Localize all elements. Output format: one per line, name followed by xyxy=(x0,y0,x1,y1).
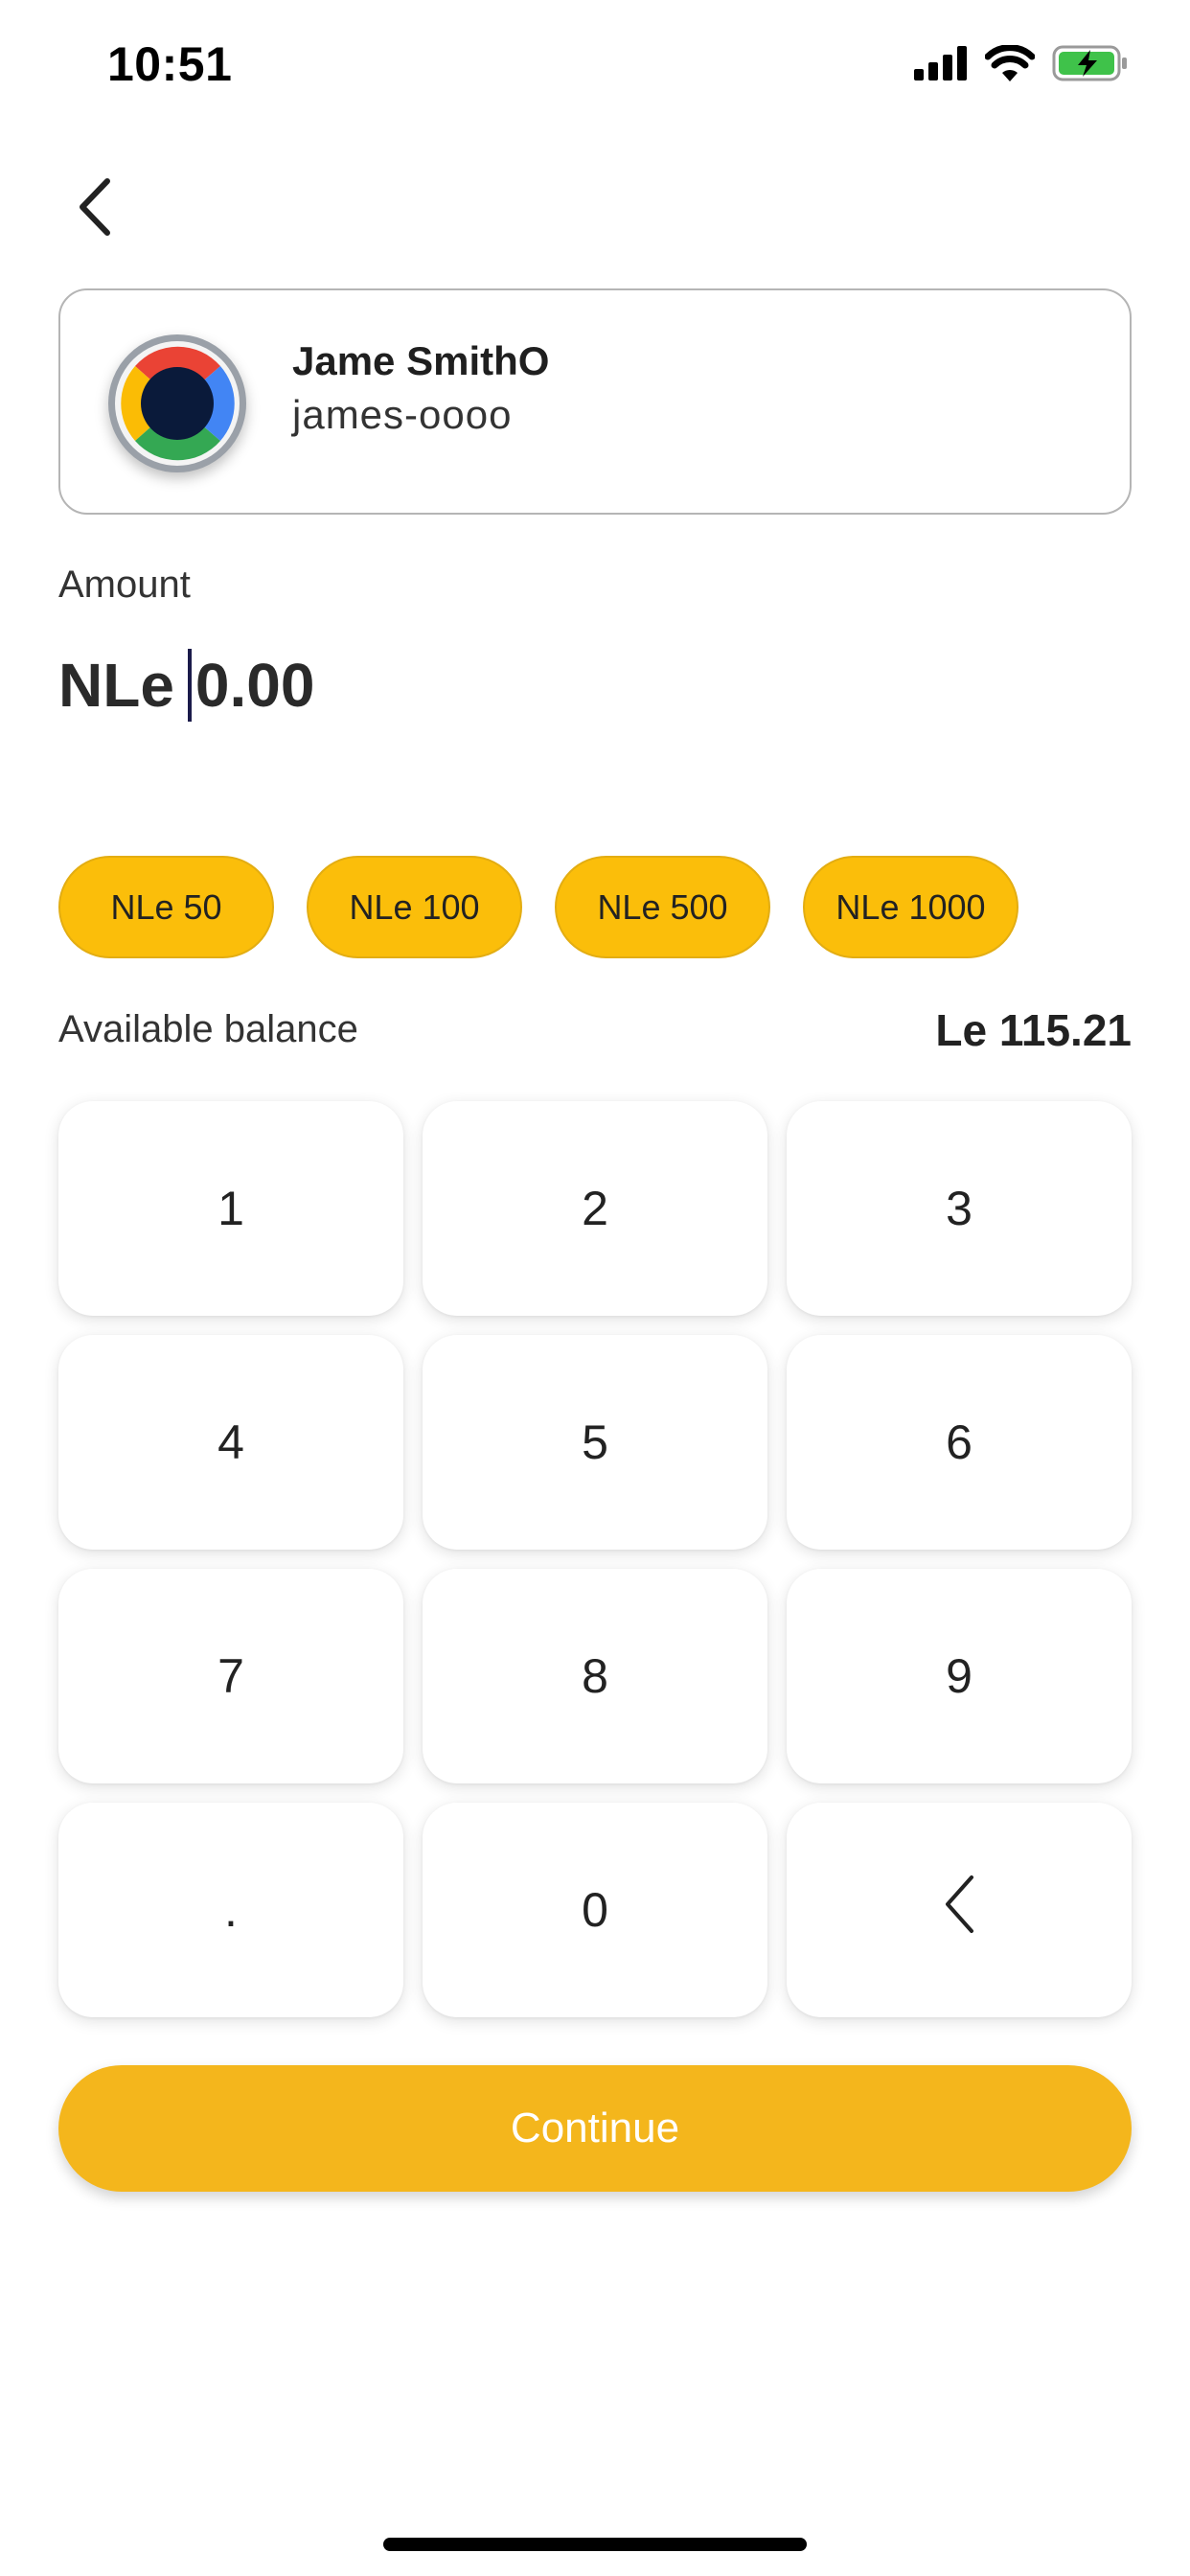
wifi-icon xyxy=(984,44,1036,86)
key-1[interactable]: 1 xyxy=(58,1101,403,1316)
continue-button[interactable]: Continue xyxy=(58,2065,1132,2192)
battery-charging-icon xyxy=(1052,44,1129,87)
recipient-name: Jame SmithO xyxy=(292,338,550,383)
amount-currency: NLe xyxy=(58,651,174,720)
key-9[interactable]: 9 xyxy=(787,1569,1132,1783)
quick-amount-100[interactable]: NLe 100 xyxy=(307,856,522,958)
avatar xyxy=(108,334,246,472)
key-decimal[interactable]: . xyxy=(58,1803,403,2017)
amount-value: 0.00 xyxy=(195,651,315,720)
google-logo-icon xyxy=(115,346,240,466)
status-time: 10:51 xyxy=(107,37,233,91)
backspace-icon xyxy=(942,1874,976,1946)
amount-label: Amount xyxy=(58,564,191,606)
key-4[interactable]: 4 xyxy=(58,1335,403,1550)
amount-input[interactable]: NLe 0.00 xyxy=(58,642,314,728)
quick-amount-50[interactable]: NLe 50 xyxy=(58,856,274,958)
key-6[interactable]: 6 xyxy=(787,1335,1132,1550)
chevron-left-icon xyxy=(75,177,113,242)
key-2[interactable]: 2 xyxy=(423,1101,767,1316)
balance-value: Le 115.21 xyxy=(935,1005,1132,1055)
key-3[interactable]: 3 xyxy=(787,1101,1132,1316)
cellular-signal-icon xyxy=(914,46,968,85)
key-8[interactable]: 8 xyxy=(423,1569,767,1783)
status-icons xyxy=(914,44,1129,87)
text-cursor xyxy=(187,649,192,722)
keypad: 1 2 3 4 5 6 7 8 9 . 0 xyxy=(58,1101,1132,2017)
quick-amounts: NLe 50 NLe 100 NLe 500 NLe 1000 xyxy=(58,856,1018,958)
key-backspace[interactable] xyxy=(787,1803,1132,2017)
home-indicator[interactable] xyxy=(383,2538,807,2551)
key-0[interactable]: 0 xyxy=(423,1803,767,2017)
quick-amount-500[interactable]: NLe 500 xyxy=(555,856,770,958)
key-7[interactable]: 7 xyxy=(58,1569,403,1783)
recipient-card[interactable]: Jame SmithO james-oooo xyxy=(58,288,1132,515)
recipient-handle: james-oooo xyxy=(292,392,513,437)
key-5[interactable]: 5 xyxy=(423,1335,767,1550)
quick-amount-1000[interactable]: NLe 1000 xyxy=(803,856,1018,958)
back-button[interactable] xyxy=(56,171,132,247)
balance-label: Available balance xyxy=(58,1008,358,1050)
status-bar: 10:51 xyxy=(0,0,1190,134)
